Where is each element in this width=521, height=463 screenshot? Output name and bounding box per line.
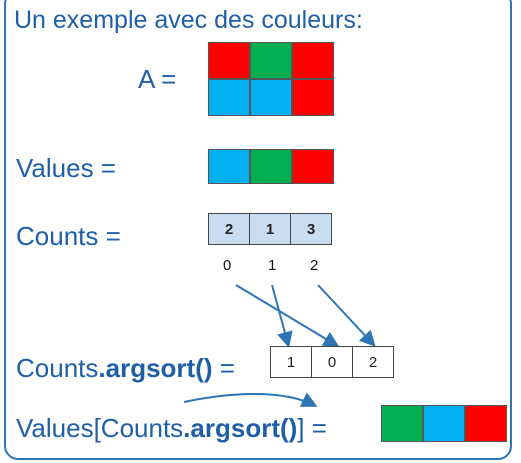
result-equals: =: [304, 413, 327, 443]
result-method: .argsort(): [183, 413, 298, 443]
result-suffix: ]: [297, 413, 305, 443]
argsort-cell-0: 1: [270, 346, 312, 378]
argsort-cell-1: 0: [311, 346, 353, 378]
arrow-to-result: [183, 392, 318, 407]
mapping-arrows: [183, 284, 376, 407]
argsort-method: .argsort(): [98, 353, 213, 383]
result-cell-2: [465, 405, 507, 442]
argsort-cell-2: 2: [352, 346, 394, 378]
argsort-label: Counts.argsort() =: [16, 353, 235, 384]
arrow-index-2: [317, 284, 376, 347]
argsort-prefix: Counts: [16, 353, 99, 383]
argsort-equals: =: [212, 353, 235, 383]
result-label: Values[Counts.argsort()] =: [16, 413, 327, 444]
argsort-array: 1 0 2: [270, 346, 394, 378]
result-prefix: Values[Counts: [16, 413, 184, 443]
result-cell-1: [423, 405, 465, 442]
result-cell-0: [381, 405, 423, 442]
